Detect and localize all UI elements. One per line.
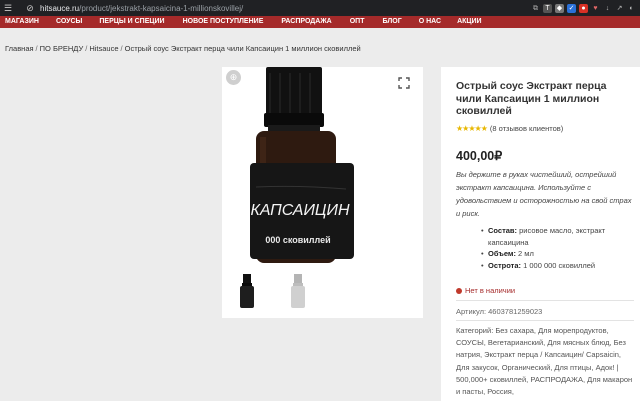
label-line1: КАПСАИЦИН (250, 202, 350, 219)
product-summary: Острый соус Экстракт перца чили Капсаици… (441, 67, 640, 401)
nav-item-blog[interactable]: БЛОГ (383, 16, 402, 28)
profile-icon[interactable]: ◐ (627, 4, 636, 13)
spec-list: Состав: рисовое масло, экстракт капсаици… (481, 225, 631, 271)
url-path: /product/jekstrakt-kapsaicina-1-millions… (79, 3, 244, 13)
nav-item-wholesale[interactable]: ОПТ (350, 16, 365, 28)
reviews-link[interactable]: (8 отзывов клиентов) (490, 124, 563, 133)
spec-value: 2 мл (518, 249, 534, 258)
stock-status-text: Нет в наличии (465, 286, 516, 295)
url-domain: hitsauce.ru (40, 3, 80, 13)
thumbnail-1[interactable] (234, 272, 260, 310)
breadcrumb-current: Острый соус Экстракт перца чили Капсаици… (124, 44, 361, 53)
breadcrumb-by-brand[interactable]: ПО БРЕНДУ (40, 44, 84, 53)
spec-key: Состав: (488, 226, 518, 235)
spec-key: Острота: (488, 260, 521, 270)
breadcrumb: Главная / ПО БРЕНДУ / Hitsauce / Острый соус Э… (5, 44, 361, 53)
product-title: Острый соус Экстракт перца чили Капсаици… (456, 80, 607, 117)
zoom-button[interactable]: ⊕ (226, 70, 241, 85)
zoom-icon: ⊕ (229, 72, 238, 82)
nav-item-sauces[interactable]: СОУСЫ (56, 16, 82, 28)
product-rating: ★★★★★ (8 отзывов клиентов) (456, 124, 563, 133)
product-description: Вы держите в руках чистейший, острейший … (456, 170, 632, 218)
label-line2: 000 сковиллей (265, 235, 330, 245)
product-categories: Категорий: Без сахара, Для морепродуктов… (456, 326, 633, 397)
nav-item-peppers[interactable]: ПЕРЦЫ И СПЕЦИИ (99, 16, 164, 28)
tab-menu-icon[interactable]: ☰ (2, 0, 14, 16)
site-main-nav: МАГАЗИН СОУСЫ ПЕРЦЫ И СПЕЦИИ НОВОЕ ПОСТУ… (0, 16, 640, 28)
nav-item-shop[interactable]: МАГАЗИН (5, 16, 39, 28)
adblock-icon[interactable]: ● (579, 3, 588, 13)
spec-item-composition: Состав: рисовое масло, экстракт капсаици… (481, 225, 631, 248)
divider (456, 320, 634, 321)
product-image[interactable]: КАПСАИЦИН 000 сковиллей (238, 67, 366, 267)
copy-icon[interactable]: ⧉ (531, 4, 540, 13)
divider (456, 300, 634, 301)
browser-toolbar: ☰ ⊘ hitsauce.ru/product/jekstrakt-kapsai… (0, 0, 640, 16)
extension-icon[interactable]: ◆ (555, 3, 564, 13)
nav-item-about[interactable]: О НАС (419, 16, 441, 28)
download-icon[interactable]: ↓ (603, 4, 612, 13)
address-bar[interactable]: hitsauce.ru/product/jekstrakt-kapsaicina… (40, 4, 243, 13)
shield-icon[interactable]: ✓ (567, 3, 576, 13)
favorites-icon[interactable]: ♥ (591, 4, 600, 13)
out-of-stock-icon (456, 287, 462, 294)
fullscreen-icon[interactable] (398, 77, 410, 89)
product-gallery: КАПСАИЦИН 000 сковиллей ⊕ (222, 67, 423, 318)
spec-key: Объем: (488, 249, 516, 258)
rating-stars-icon: ★★★★★ (456, 124, 488, 133)
product-price: 400,00₽ (456, 149, 503, 163)
spec-item-heat: Острота: 1 000 000 сковиллей (481, 260, 631, 272)
translate-icon[interactable]: T (543, 3, 552, 13)
stock-status: Нет в наличии (456, 286, 515, 295)
nav-item-promotions[interactable]: АКЦИИ (457, 16, 482, 28)
lock-icon[interactable]: ⊘ (24, 0, 36, 16)
breadcrumb-home[interactable]: Главная (5, 44, 34, 53)
spec-value: 1 000 000 сковиллей (523, 260, 596, 270)
spec-item-volume: Объем: 2 мл (481, 248, 631, 260)
extensions-area: ⧉ T ◆ ✓ ● ♥ ↓ ↗ ◐ (531, 0, 636, 16)
breadcrumb-hitsauce[interactable]: Hitsauce (89, 44, 118, 53)
product-sku: Артикул: 4603781259023 (456, 307, 543, 316)
nav-item-new-arrivals[interactable]: НОВОЕ ПОСТУПЛЕНИЕ (183, 16, 264, 28)
thumbnail-2[interactable] (285, 272, 311, 310)
nav-item-sale[interactable]: РАСПРОДАЖА (281, 16, 331, 28)
share-icon[interactable]: ↗ (615, 4, 624, 13)
